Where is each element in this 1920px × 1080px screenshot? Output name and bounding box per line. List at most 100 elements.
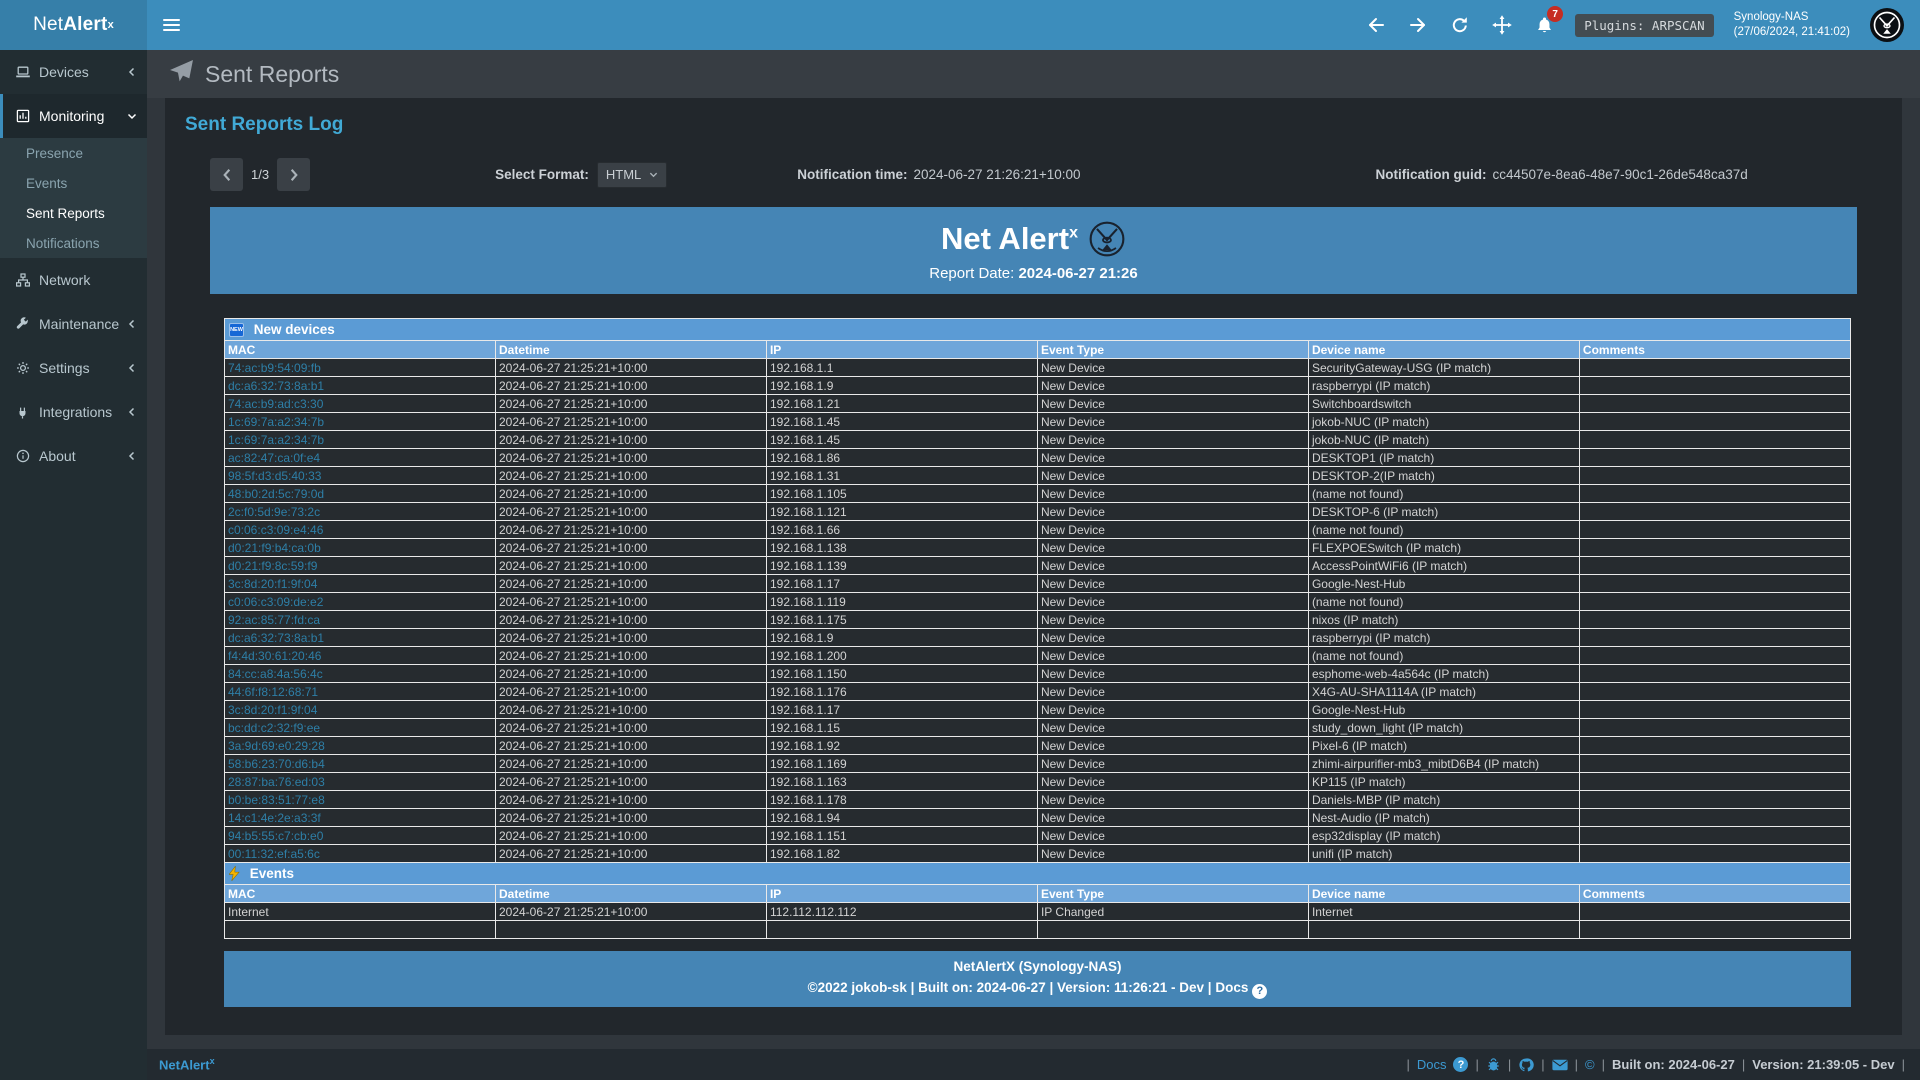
- mac-link[interactable]: 3c:8d:20:f1:9f:04: [228, 703, 317, 717]
- table-cell: ac:82:47:ca:0f:e4: [225, 449, 496, 467]
- pagination: 1/3: [210, 158, 310, 191]
- column-header: Comments: [1579, 885, 1850, 903]
- mac-link[interactable]: 00:11:32:ef:a5:6c: [228, 847, 320, 861]
- sidebar-item-sent-reports[interactable]: Sent Reports: [0, 198, 147, 228]
- table-cell: 192.168.1.169: [766, 755, 1037, 773]
- table-cell: raspberrypi (IP match): [1308, 377, 1579, 395]
- mac-link[interactable]: 74:ac:b9:ad:c3:30: [228, 397, 323, 411]
- page-title: Sent Reports: [205, 61, 339, 88]
- mac-link[interactable]: 14:c1:4e:2e:a3:3f: [228, 811, 321, 825]
- sidebar-item-notifications[interactable]: Notifications: [0, 228, 147, 258]
- mac-link[interactable]: 2c:f0:5d:9e:73:2c: [228, 505, 320, 519]
- app-logo[interactable]: NetAlertx: [0, 0, 147, 50]
- format-group: Select Format: HTML: [495, 162, 667, 188]
- mac-link[interactable]: 1c:69:7a:a2:34:7b: [228, 433, 324, 447]
- move-icon[interactable]: [1491, 14, 1513, 36]
- copyright-icon[interactable]: ©: [1585, 1057, 1595, 1072]
- mac-link[interactable]: d0:21:f9:b4:ca:0b: [228, 541, 321, 555]
- table-cell: [1579, 575, 1850, 593]
- github-icon[interactable]: [1518, 1057, 1534, 1073]
- table-cell: 2024-06-27 21:25:21+10:00: [495, 539, 766, 557]
- next-page-button[interactable]: [277, 158, 310, 191]
- prev-page-button[interactable]: [210, 158, 243, 191]
- sidebar-item-devices[interactable]: Devices: [0, 50, 147, 94]
- table-cell: 192.168.1.17: [766, 701, 1037, 719]
- mac-link[interactable]: 94:b5:55:c7:cb:e0: [228, 829, 323, 843]
- info-icon: [15, 448, 31, 464]
- column-header: MAC: [225, 885, 496, 903]
- table-cell: New Device: [1037, 755, 1308, 773]
- table-cell: jokob-NUC (IP match): [1308, 413, 1579, 431]
- mac-link[interactable]: dc:a6:32:73:8a:b1: [228, 631, 324, 645]
- sidebar-item-presence[interactable]: Presence: [0, 138, 147, 168]
- sidebar-item-about[interactable]: About: [0, 434, 147, 478]
- mac-link[interactable]: 3c:8d:20:f1:9f:04: [228, 577, 317, 591]
- format-select[interactable]: HTML: [597, 162, 667, 188]
- table-cell: 192.168.1.82: [766, 845, 1037, 863]
- table-cell: (name not found): [1308, 521, 1579, 539]
- mac-link[interactable]: 74:ac:b9:54:09:fb: [228, 361, 321, 375]
- mac-link[interactable]: 44:6f:f8:12:68:71: [228, 685, 318, 699]
- table-cell: 2024-06-27 21:25:21+10:00: [495, 377, 766, 395]
- mac-link[interactable]: b0:be:83:51:77:e8: [228, 793, 325, 807]
- sidebar-item-label: About: [39, 448, 76, 464]
- sidebar-item-label: Monitoring: [39, 108, 104, 124]
- table-cell: 192.168.1.150: [766, 665, 1037, 683]
- column-header: MAC: [225, 341, 496, 359]
- mac-link[interactable]: 3a:9d:69:e0:29:28: [228, 739, 325, 753]
- footer-brand[interactable]: NetAlertx: [159, 1056, 215, 1072]
- mac-link[interactable]: 58:b6:23:70:d6:b4: [228, 757, 325, 771]
- back-arrow-icon[interactable]: [1365, 14, 1387, 36]
- table-cell: 192.168.1.45: [766, 431, 1037, 449]
- docs-link[interactable]: Docs: [1417, 1057, 1447, 1072]
- refresh-icon[interactable]: [1449, 14, 1471, 36]
- bell-icon[interactable]: 7: [1533, 14, 1555, 36]
- mac-link[interactable]: 98:5f:d3:d5:40:33: [228, 469, 321, 483]
- table-cell: New Device: [1037, 557, 1308, 575]
- mail-icon[interactable]: [1552, 1059, 1568, 1071]
- mac-link[interactable]: 84:cc:a8:4a:56:4c: [228, 667, 323, 681]
- user-avatar[interactable]: [1870, 8, 1904, 42]
- mac-link[interactable]: d0:21:f9:8c:59:f9: [228, 559, 317, 573]
- mac-link[interactable]: f4:4d:30:61:20:46: [228, 649, 321, 663]
- question-icon[interactable]: ?: [1252, 984, 1267, 999]
- sidebar-item-settings[interactable]: Settings: [0, 346, 147, 390]
- mac-link[interactable]: 92:ac:85:77:fd:ca: [228, 613, 320, 627]
- mac-link[interactable]: dc:a6:32:73:8a:b1: [228, 379, 324, 393]
- mac-link[interactable]: 48:b0:2d:5c:79:0d: [228, 487, 324, 501]
- sidebar-item-maintenance[interactable]: Maintenance: [0, 302, 147, 346]
- sidebar-item-monitoring[interactable]: Monitoring: [0, 94, 147, 138]
- table-cell: New Device: [1037, 737, 1308, 755]
- table-cell: 2024-06-27 21:25:21+10:00: [495, 413, 766, 431]
- sidebar-item-integrations[interactable]: Integrations: [0, 390, 147, 434]
- table-row: 98:5f:d3:d5:40:332024-06-27 21:25:21+10:…: [225, 467, 1851, 485]
- mac-link[interactable]: 1c:69:7a:a2:34:7b: [228, 415, 324, 429]
- sidebar-toggle-icon[interactable]: [147, 0, 195, 50]
- sidebar-item-network[interactable]: Network: [0, 258, 147, 302]
- table-cell: Pixel-6 (IP match): [1308, 737, 1579, 755]
- table-cell: New Device: [1037, 647, 1308, 665]
- mac-link[interactable]: ac:82:47:ca:0f:e4: [228, 451, 320, 465]
- table-cell: 192.168.1.94: [766, 809, 1037, 827]
- mac-link[interactable]: bc:dd:c2:32:f9:ee: [228, 721, 320, 735]
- table-cell: Google-Nest-Hub: [1308, 701, 1579, 719]
- table-cell: 192.168.1.151: [766, 827, 1037, 845]
- table-cell: [1579, 845, 1850, 863]
- table-cell: b0:be:83:51:77:e8: [225, 791, 496, 809]
- sidebar-item-events[interactable]: Events: [0, 168, 147, 198]
- table-cell: 2024-06-27 21:25:21+10:00: [495, 593, 766, 611]
- question-icon[interactable]: ?: [1453, 1057, 1468, 1072]
- table-cell: [1579, 903, 1850, 921]
- mac-link[interactable]: 28:87:ba:76:ed:03: [228, 775, 325, 789]
- mac-link[interactable]: c0:06:c3:09:de:e2: [228, 595, 323, 609]
- bug-report-icon[interactable]: [1486, 1057, 1501, 1072]
- table-cell: unifi (IP match): [1308, 845, 1579, 863]
- table-cell: [495, 921, 766, 939]
- chevron-left-icon: [127, 451, 137, 461]
- table-cell: 84:cc:a8:4a:56:4c: [225, 665, 496, 683]
- mac-link[interactable]: c0:06:c3:09:e4:46: [228, 523, 323, 537]
- table-cell: 2024-06-27 21:25:21+10:00: [495, 557, 766, 575]
- table-row: c0:06:c3:09:de:e2 2024-06-27 21:25:21+10:…: [225, 593, 1851, 611]
- forward-arrow-icon[interactable]: [1407, 14, 1429, 36]
- section-title: Events: [250, 866, 294, 881]
